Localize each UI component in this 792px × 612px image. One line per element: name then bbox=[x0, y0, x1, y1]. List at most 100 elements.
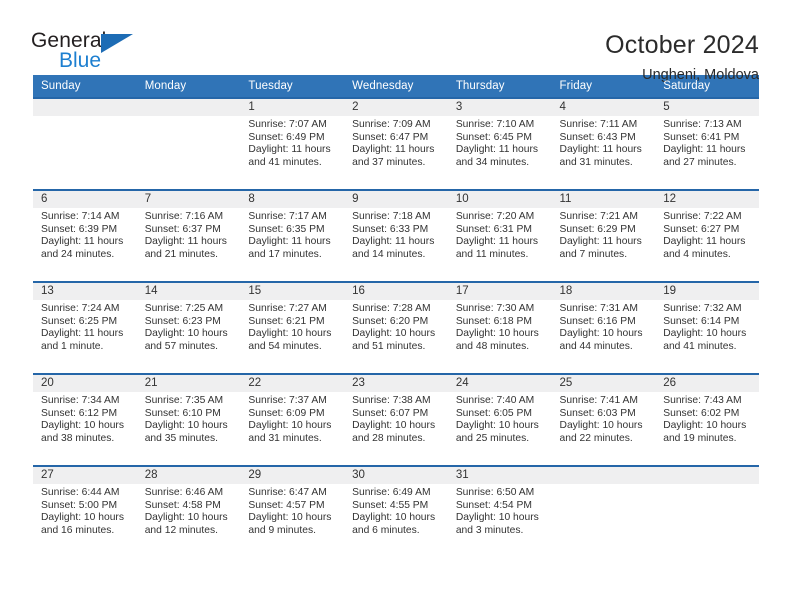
sun-times-text: Sunrise: 7:22 AM Sunset: 6:27 PM Dayligh… bbox=[663, 211, 746, 260]
sun-times-text: Sunrise: 7:09 AM Sunset: 6:47 PM Dayligh… bbox=[352, 119, 435, 168]
sun-times-text: Sunrise: 7:27 AM Sunset: 6:21 PM Dayligh… bbox=[248, 303, 332, 352]
day-cell-inner: 18 Sunrise: 7:31 AM Sunset: 6:16 PM Dayli… bbox=[551, 283, 656, 373]
day-cell-inner: 31 Sunrise: 6:50 AM Sunset: 4:54 PM Dayli… bbox=[447, 467, 552, 557]
sun-times-text: Sunrise: 7:11 AM Sunset: 6:43 PM Dayligh… bbox=[559, 119, 642, 168]
calendar-day-cell[interactable]: 10 Sunrise: 7:20 AM Sunset: 6:31 PM Dayli… bbox=[447, 189, 552, 282]
day-cell-inner: 12 Sunrise: 7:22 AM Sunset: 6:27 PM Dayli… bbox=[655, 191, 759, 281]
day-cell-inner: 29 Sunrise: 6:47 AM Sunset: 4:57 PM Dayli… bbox=[240, 467, 345, 557]
calendar-week-row: 20 Sunrise: 7:34 AM Sunset: 6:12 PM Dayli… bbox=[33, 373, 759, 466]
day-cell-inner: 27 Sunrise: 6:44 AM Sunset: 5:00 PM Dayli… bbox=[33, 467, 137, 557]
day-cell-inner bbox=[136, 99, 241, 189]
triangle-icon bbox=[101, 34, 133, 53]
calendar-week-row: 27 Sunrise: 6:44 AM Sunset: 5:00 PM Dayli… bbox=[33, 465, 759, 557]
calendar-day-cell[interactable]: 13 Sunrise: 7:24 AM Sunset: 6:25 PM Dayli… bbox=[33, 281, 137, 374]
sun-times-text: Sunrise: 7:20 AM Sunset: 6:31 PM Dayligh… bbox=[455, 211, 539, 260]
calendar-day-cell[interactable]: 17 Sunrise: 7:30 AM Sunset: 6:18 PM Dayli… bbox=[447, 281, 552, 374]
calendar-day-cell[interactable]: 11 Sunrise: 7:21 AM Sunset: 6:29 PM Dayli… bbox=[551, 189, 656, 282]
calendar-day-cell[interactable]: 19 Sunrise: 7:32 AM Sunset: 6:14 PM Dayli… bbox=[655, 281, 759, 374]
calendar-day-cell[interactable]: 3 Sunrise: 7:10 AM Sunset: 6:45 PM Daylig… bbox=[447, 97, 552, 190]
sun-times-text: Sunrise: 7:41 AM Sunset: 6:03 PM Dayligh… bbox=[559, 395, 643, 444]
day-number: 15 bbox=[240, 283, 345, 300]
sun-times-text: Sunrise: 7:07 AM Sunset: 6:49 PM Dayligh… bbox=[248, 119, 331, 168]
calendar-day-cell[interactable]: 29 Sunrise: 6:47 AM Sunset: 4:57 PM Dayli… bbox=[240, 465, 345, 557]
sun-times-text: Sunrise: 6:47 AM Sunset: 4:57 PM Dayligh… bbox=[248, 487, 332, 536]
sun-times-text: Sunrise: 7:28 AM Sunset: 6:20 PM Dayligh… bbox=[352, 303, 436, 352]
calendar-day-cell[interactable]: 22 Sunrise: 7:37 AM Sunset: 6:09 PM Dayli… bbox=[240, 373, 345, 466]
calendar-day-cell[interactable]: 30 Sunrise: 6:49 AM Sunset: 4:55 PM Dayli… bbox=[344, 465, 448, 557]
day-number bbox=[136, 99, 241, 116]
calendar-day-cell[interactable]: 8 Sunrise: 7:17 AM Sunset: 6:35 PM Daylig… bbox=[240, 189, 345, 282]
calendar-day-cell[interactable]: 5 Sunrise: 7:13 AM Sunset: 6:41 PM Daylig… bbox=[655, 97, 759, 190]
sun-times-text: Sunrise: 7:25 AM Sunset: 6:23 PM Dayligh… bbox=[144, 303, 228, 352]
day-number: 7 bbox=[136, 191, 241, 208]
day-cell-inner: 3 Sunrise: 7:10 AM Sunset: 6:45 PM Daylig… bbox=[447, 99, 552, 189]
calendar-day-cell[interactable]: 20 Sunrise: 7:34 AM Sunset: 6:12 PM Dayli… bbox=[33, 373, 137, 466]
day-cell-inner: 9 Sunrise: 7:18 AM Sunset: 6:33 PM Daylig… bbox=[344, 191, 448, 281]
calendar-day-cell[interactable]: 28 Sunrise: 6:46 AM Sunset: 4:58 PM Dayli… bbox=[136, 465, 241, 557]
day-cell-inner: 10 Sunrise: 7:20 AM Sunset: 6:31 PM Dayli… bbox=[447, 191, 552, 281]
day-number: 25 bbox=[551, 375, 656, 392]
calendar-day-cell[interactable]: 6 Sunrise: 7:14 AM Sunset: 6:39 PM Daylig… bbox=[33, 189, 137, 282]
sun-times-text: Sunrise: 7:21 AM Sunset: 6:29 PM Dayligh… bbox=[559, 211, 642, 260]
calendar-day-cell[interactable]: 31 Sunrise: 6:50 AM Sunset: 4:54 PM Dayli… bbox=[447, 465, 552, 557]
sun-times-text: Sunrise: 7:14 AM Sunset: 6:39 PM Dayligh… bbox=[41, 211, 124, 260]
day-cell-inner: 19 Sunrise: 7:32 AM Sunset: 6:14 PM Dayli… bbox=[655, 283, 759, 373]
day-cell-inner: 1 Sunrise: 7:07 AM Sunset: 6:49 PM Daylig… bbox=[240, 99, 345, 189]
calendar-day-cell[interactable]: 16 Sunrise: 7:28 AM Sunset: 6:20 PM Dayli… bbox=[344, 281, 448, 374]
day-cell-inner: 25 Sunrise: 7:41 AM Sunset: 6:03 PM Dayli… bbox=[551, 375, 656, 465]
day-cell-inner: 2 Sunrise: 7:09 AM Sunset: 6:47 PM Daylig… bbox=[344, 99, 448, 189]
day-cell-inner bbox=[551, 467, 656, 557]
day-number: 12 bbox=[655, 191, 759, 208]
calendar-day-cell[interactable]: 24 Sunrise: 7:40 AM Sunset: 6:05 PM Dayli… bbox=[447, 373, 552, 466]
calendar-empty-cell bbox=[33, 97, 137, 190]
calendar-day-cell[interactable]: 2 Sunrise: 7:09 AM Sunset: 6:47 PM Daylig… bbox=[344, 97, 448, 190]
calendar-day-cell[interactable]: 25 Sunrise: 7:41 AM Sunset: 6:03 PM Dayli… bbox=[551, 373, 656, 466]
calendar-body: 1 Sunrise: 7:07 AM Sunset: 6:49 PM Daylig… bbox=[33, 97, 759, 557]
calendar-day-cell[interactable]: 14 Sunrise: 7:25 AM Sunset: 6:23 PM Dayli… bbox=[136, 281, 241, 374]
sun-times-text: Sunrise: 7:30 AM Sunset: 6:18 PM Dayligh… bbox=[455, 303, 539, 352]
calendar-day-cell[interactable]: 26 Sunrise: 7:43 AM Sunset: 6:02 PM Dayli… bbox=[655, 373, 759, 466]
sun-times-text bbox=[552, 484, 656, 487]
sun-times-text: Sunrise: 7:17 AM Sunset: 6:35 PM Dayligh… bbox=[248, 211, 331, 260]
page-header: General Blue October 2024 Ungheni, Moldo… bbox=[0, 0, 792, 83]
calendar-day-cell[interactable]: 9 Sunrise: 7:18 AM Sunset: 6:33 PM Daylig… bbox=[344, 189, 448, 282]
calendar-empty-cell bbox=[136, 97, 241, 190]
day-cell-inner: 13 Sunrise: 7:24 AM Sunset: 6:25 PM Dayli… bbox=[33, 283, 137, 373]
calendar-day-cell[interactable]: 15 Sunrise: 7:27 AM Sunset: 6:21 PM Dayli… bbox=[240, 281, 345, 374]
day-number: 21 bbox=[136, 375, 241, 392]
day-cell-inner: 5 Sunrise: 7:13 AM Sunset: 6:41 PM Daylig… bbox=[655, 99, 759, 189]
day-number: 31 bbox=[447, 467, 552, 484]
calendar-table: Sunday Monday Tuesday Wednesday Thursday… bbox=[33, 75, 759, 557]
day-number: 18 bbox=[551, 283, 656, 300]
day-number: 24 bbox=[447, 375, 552, 392]
sun-times-text: Sunrise: 6:46 AM Sunset: 4:58 PM Dayligh… bbox=[144, 487, 228, 536]
calendar-day-cell[interactable]: 12 Sunrise: 7:22 AM Sunset: 6:27 PM Dayli… bbox=[655, 189, 759, 282]
calendar-day-cell[interactable]: 27 Sunrise: 6:44 AM Sunset: 5:00 PM Dayli… bbox=[33, 465, 137, 557]
calendar-day-cell[interactable]: 1 Sunrise: 7:07 AM Sunset: 6:49 PM Daylig… bbox=[240, 97, 345, 190]
day-cell-inner: 16 Sunrise: 7:28 AM Sunset: 6:20 PM Dayli… bbox=[344, 283, 448, 373]
calendar-day-cell[interactable]: 18 Sunrise: 7:31 AM Sunset: 6:16 PM Dayli… bbox=[551, 281, 656, 374]
day-number: 14 bbox=[136, 283, 241, 300]
calendar-day-cell[interactable]: 7 Sunrise: 7:16 AM Sunset: 6:37 PM Daylig… bbox=[136, 189, 241, 282]
sun-times-text: Sunrise: 7:13 AM Sunset: 6:41 PM Dayligh… bbox=[663, 119, 746, 168]
day-cell-inner: 17 Sunrise: 7:30 AM Sunset: 6:18 PM Dayli… bbox=[447, 283, 552, 373]
weekday-header-wednesday: Wednesday bbox=[344, 75, 448, 98]
day-cell-inner: 30 Sunrise: 6:49 AM Sunset: 4:55 PM Dayli… bbox=[344, 467, 448, 557]
day-number: 9 bbox=[344, 191, 448, 208]
day-number: 23 bbox=[344, 375, 448, 392]
day-number: 10 bbox=[447, 191, 552, 208]
day-number: 29 bbox=[240, 467, 345, 484]
day-number: 17 bbox=[447, 283, 552, 300]
weekday-header-thursday: Thursday bbox=[447, 75, 552, 98]
day-cell-inner bbox=[655, 467, 759, 557]
day-cell-inner: 22 Sunrise: 7:37 AM Sunset: 6:09 PM Dayli… bbox=[240, 375, 345, 465]
calendar-day-cell[interactable]: 21 Sunrise: 7:35 AM Sunset: 6:10 PM Dayli… bbox=[136, 373, 241, 466]
sun-times-text: Sunrise: 7:34 AM Sunset: 6:12 PM Dayligh… bbox=[41, 395, 124, 444]
day-cell-inner: 26 Sunrise: 7:43 AM Sunset: 6:02 PM Dayli… bbox=[655, 375, 759, 465]
day-cell-inner: 21 Sunrise: 7:35 AM Sunset: 6:10 PM Dayli… bbox=[136, 375, 241, 465]
calendar-day-cell[interactable]: 23 Sunrise: 7:38 AM Sunset: 6:07 PM Dayli… bbox=[344, 373, 448, 466]
day-number: 20 bbox=[33, 375, 137, 392]
day-cell-inner: 24 Sunrise: 7:40 AM Sunset: 6:05 PM Dayli… bbox=[447, 375, 552, 465]
sun-times-text: Sunrise: 7:24 AM Sunset: 6:25 PM Dayligh… bbox=[41, 303, 124, 352]
calendar-day-cell[interactable]: 4 Sunrise: 7:11 AM Sunset: 6:43 PM Daylig… bbox=[551, 97, 656, 190]
